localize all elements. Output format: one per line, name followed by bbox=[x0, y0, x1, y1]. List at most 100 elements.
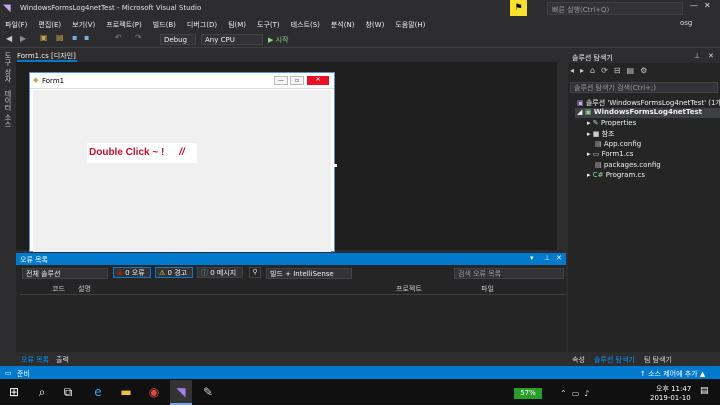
minimize-button[interactable]: — bbox=[690, 1, 698, 10]
windows-taskbar bbox=[0, 379, 720, 405]
tree-item-packages-config[interactable]: ▤ packages.config bbox=[595, 161, 661, 169]
configuration-dropdown[interactable]: Debug bbox=[160, 34, 196, 45]
error-list-title: 오류 목록 bbox=[20, 256, 48, 264]
new-project-icon[interactable]: ▣ bbox=[40, 33, 48, 42]
back-icon[interactable]: ◀ bbox=[6, 34, 12, 43]
solution-explorer-title: 솔루션 탐색기 bbox=[572, 54, 613, 62]
resize-handle[interactable] bbox=[334, 164, 337, 167]
tab-team-explorer[interactable]: 팀 탐색기 bbox=[644, 355, 672, 365]
warnings-filter-button[interactable]: ⚠ 0 경고 bbox=[155, 267, 193, 278]
visual-studio-taskbar-icon[interactable]: ◥ bbox=[173, 384, 189, 400]
menu-project[interactable]: 프로젝트(P) bbox=[106, 20, 141, 30]
references-icon: ■ bbox=[592, 130, 600, 138]
warnings-count: 0 경고 bbox=[167, 269, 188, 277]
tree-item-app-config[interactable]: ▤ App.config bbox=[595, 140, 641, 148]
collapsed-arrow-icon: ▸ bbox=[587, 119, 591, 127]
edge-browser-icon[interactable]: e bbox=[90, 384, 106, 400]
tab-error-list[interactable]: 오류 목록 bbox=[21, 355, 49, 365]
save-icon[interactable]: ▪ bbox=[72, 33, 77, 42]
tab-form1-designer[interactable]: Form1.cs [디자인] bbox=[17, 51, 77, 62]
clock-time[interactable]: 오후 11:47 bbox=[656, 384, 691, 394]
notification-flag-icon[interactable]: ⚑ bbox=[510, 0, 527, 16]
error-search-input[interactable]: 검색 오류 목록 bbox=[454, 268, 564, 279]
menu-test[interactable]: 테스트(S) bbox=[291, 20, 320, 30]
notification-center-icon[interactable]: ▤ bbox=[700, 386, 709, 396]
column-description[interactable]: 설명 bbox=[78, 284, 91, 294]
info-icon: ⓘ bbox=[201, 269, 208, 277]
form-file-icon: ▭ bbox=[592, 150, 600, 158]
messages-filter-button[interactable]: ⓘ 0 메시지 bbox=[197, 267, 243, 278]
forward-icon[interactable]: ▶ bbox=[20, 34, 26, 43]
project-node[interactable]: ◢ ▣ WindowsFormsLog4netTest bbox=[577, 108, 702, 116]
toolbox-tab[interactable]: 도구 상자 bbox=[3, 52, 13, 82]
menu-help[interactable]: 도움말(H) bbox=[395, 20, 425, 30]
designer-scrollbar[interactable] bbox=[557, 62, 566, 250]
form1-window[interactable]: ◆ Form1 — ▫ ✕ Double Click ~ ! // bbox=[29, 72, 335, 252]
quick-launch-input[interactable]: 빠른 실행(Ctrl+Q) bbox=[547, 2, 683, 15]
start-button[interactable]: ▶ 시작 bbox=[268, 35, 289, 45]
panel-close-icon[interactable]: ✕ bbox=[556, 254, 562, 262]
menu-file[interactable]: 파일(F) bbox=[5, 20, 27, 30]
source-control-button[interactable]: ↑ 소스 제어에 추가 ▲ bbox=[640, 369, 705, 379]
windows-start-icon[interactable]: ⊞ bbox=[6, 384, 22, 400]
column-code[interactable]: 코드 bbox=[52, 284, 65, 294]
tray-icons[interactable]: ⌃▭♪ bbox=[560, 389, 594, 398]
errors-filter-button[interactable]: ⊗ 0 오류 bbox=[113, 267, 151, 278]
menu-tools[interactable]: 도구(T) bbox=[257, 20, 280, 30]
collapsed-arrow-icon: ▸ bbox=[587, 150, 591, 158]
form1-label: Form1.cs bbox=[601, 150, 634, 158]
redo-icon[interactable]: ↷ bbox=[135, 33, 142, 42]
form1-title: Form1 bbox=[42, 77, 65, 85]
double-click-label[interactable]: Double Click ~ ! // bbox=[87, 143, 197, 163]
menu-window[interactable]: 창(W) bbox=[365, 20, 384, 30]
column-file[interactable]: 파일 bbox=[481, 284, 494, 294]
pin-icon[interactable]: ⊥ bbox=[544, 254, 550, 262]
menu-analyze[interactable]: 분석(N) bbox=[331, 20, 355, 30]
tree-item-references[interactable]: ▸ ■ 참조 bbox=[587, 129, 615, 139]
file-explorer-icon[interactable]: ▬ bbox=[118, 384, 134, 400]
panel-dropdown-icon[interactable]: ▾ bbox=[530, 254, 534, 262]
close-button[interactable]: ✕ bbox=[704, 1, 711, 10]
filter-icon[interactable]: ⚲ bbox=[249, 267, 261, 278]
tab-solution-explorer[interactable]: 솔루션 탐색기 bbox=[594, 355, 635, 365]
config-file-icon: ▤ bbox=[595, 161, 602, 169]
tree-item-form1[interactable]: ▸ ▭ Form1.cs bbox=[587, 150, 633, 158]
solution-search-input[interactable]: 솔루션 탐색기 검색(Ctrl+;) bbox=[570, 82, 718, 93]
form-icon: ◆ bbox=[33, 76, 39, 84]
menu-view[interactable]: 보기(V) bbox=[72, 20, 95, 30]
build-filter-dropdown[interactable]: 빌드 + IntelliSense bbox=[266, 268, 352, 279]
status-bar: ▭ 준비 ↑ 소스 제어에 추가 ▲ bbox=[0, 366, 720, 379]
solution-root[interactable]: ▣ 솔루션 'WindowsFormsLog4netTest' (1개 bbox=[577, 98, 720, 108]
tab-properties[interactable]: 속성 bbox=[572, 355, 585, 365]
battery-indicator[interactable]: 57% bbox=[514, 388, 542, 399]
data-sources-tab[interactable]: 데이터 소스 bbox=[3, 90, 13, 127]
tree-item-properties[interactable]: ▸ ✎ Properties bbox=[587, 119, 636, 127]
menu-team[interactable]: 팀(M) bbox=[228, 20, 246, 30]
menu-build[interactable]: 빌드(B) bbox=[153, 20, 176, 30]
scope-dropdown[interactable]: 전체 솔루션 bbox=[22, 268, 108, 279]
open-folder-icon[interactable]: ▤ bbox=[56, 33, 64, 42]
references-label: 참조 bbox=[601, 130, 615, 138]
standard-toolbar bbox=[0, 31, 720, 48]
save-all-icon[interactable]: ▪ bbox=[84, 33, 89, 42]
clock-date[interactable]: 2019-01-10 bbox=[650, 394, 691, 402]
task-view-icon[interactable]: ⧉ bbox=[60, 384, 76, 400]
solution-toolbar-icons[interactable]: ◂▸⌂⟳⊟▤⚙ bbox=[570, 66, 653, 75]
chrome-icon[interactable]: ◉ bbox=[146, 384, 162, 400]
tab-output[interactable]: 출력 bbox=[56, 355, 69, 365]
column-project[interactable]: 프로젝트 bbox=[396, 284, 422, 294]
errors-count: 0 오류 bbox=[125, 269, 145, 277]
platform-dropdown[interactable]: Any CPU bbox=[201, 34, 263, 45]
user-name[interactable]: osg bbox=[680, 19, 692, 27]
sol-pin-icon[interactable]: ⊥ bbox=[694, 52, 700, 60]
right-bottom-tabs: 속성 솔루션 탐색기 팀 탐색기 bbox=[568, 352, 720, 366]
app-taskbar-icon[interactable]: ✎ bbox=[200, 384, 216, 400]
menu-debug[interactable]: 디버그(D) bbox=[187, 20, 217, 30]
messages-count: 0 메시지 bbox=[210, 269, 237, 277]
sol-close-icon[interactable]: ✕ bbox=[708, 52, 714, 60]
undo-icon[interactable]: ↶ bbox=[115, 33, 122, 42]
menu-edit[interactable]: 편집(E) bbox=[38, 20, 61, 30]
tree-item-program[interactable]: ▸ C# Program.cs bbox=[587, 171, 645, 179]
solution-root-label: 솔루션 'WindowsFormsLog4netTest' (1개 bbox=[585, 99, 720, 107]
search-icon[interactable]: ⌕ bbox=[34, 384, 50, 400]
